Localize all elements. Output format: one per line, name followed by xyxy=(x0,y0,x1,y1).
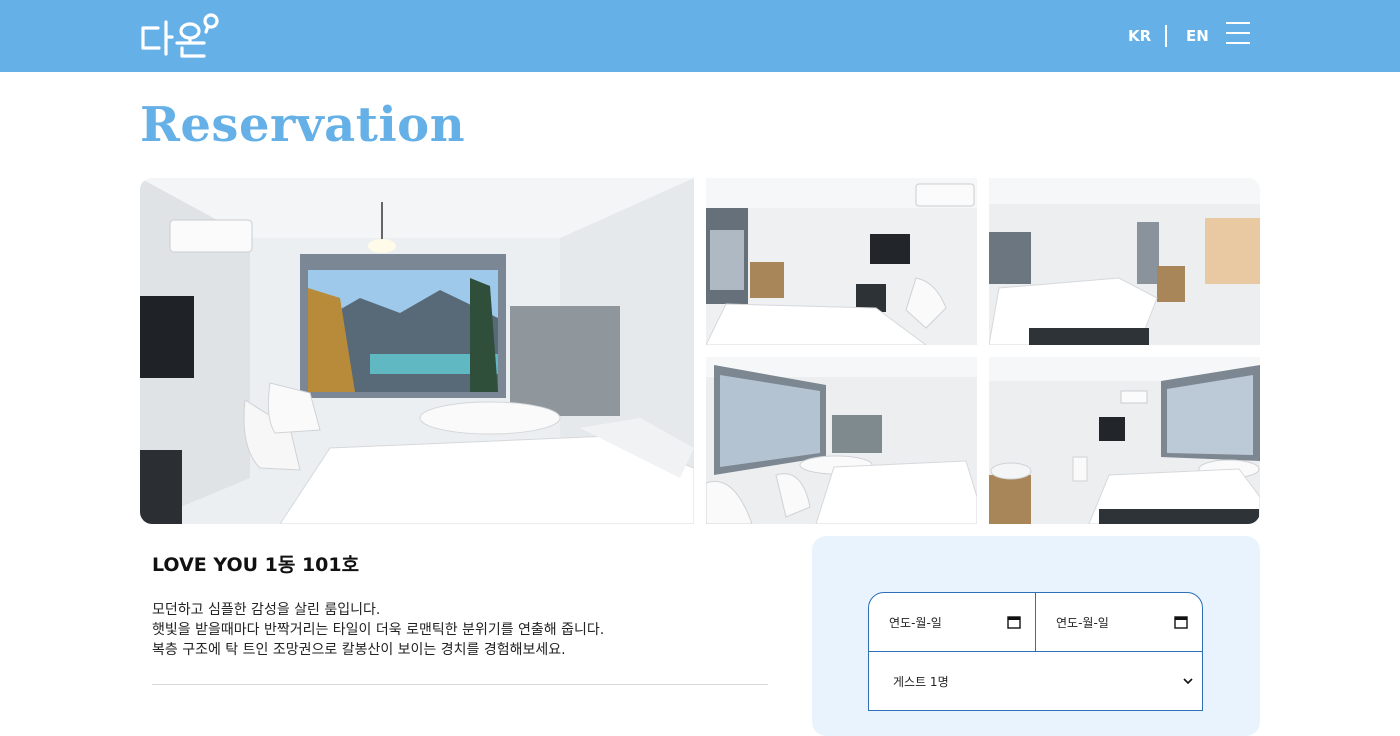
room-description-line: 모던하고 심플한 감성을 살린 룸입니다. xyxy=(152,602,381,618)
daon-logo[interactable] xyxy=(140,12,224,60)
checkin-date-placeholder: 연도-월-일 xyxy=(889,615,942,630)
lang-en-link[interactable]: EN xyxy=(1186,27,1209,45)
hamburger-menu-icon[interactable] xyxy=(1226,22,1250,44)
room-description-line: 햇빛을 받을때마다 반짝거리는 타일이 더욱 로맨틱한 분위기를 연출해 줍니다… xyxy=(152,622,605,638)
bedroom-kitchen-photo[interactable] xyxy=(989,178,1260,345)
chevron-down-icon xyxy=(1183,678,1193,685)
section-divider xyxy=(152,684,768,685)
lang-kr-link[interactable]: KR xyxy=(1128,27,1151,45)
bedroom-lake-view-photo[interactable] xyxy=(140,178,694,524)
bedroom-window-bathtub-photo[interactable] xyxy=(706,357,977,524)
bedroom-tv-chairs-photo[interactable] xyxy=(706,178,977,345)
guest-count-value: 게스트 1명 xyxy=(893,674,949,689)
room-name: LOVE YOU 1동 101호 xyxy=(152,554,360,576)
room-description: 모던하고 심플한 감성을 살린 룸입니다. 햇빛을 받을때마다 반짝거리는 타일… xyxy=(152,600,604,660)
lang-divider xyxy=(1165,25,1167,47)
checkin-date-input[interactable]: 연도-월-일 xyxy=(868,592,1036,652)
room-gallery xyxy=(140,178,1260,524)
checkout-date-placeholder: 연도-월-일 xyxy=(1056,615,1109,630)
page-title: Reservation xyxy=(140,97,466,153)
calendar-icon[interactable] xyxy=(1174,615,1188,629)
calendar-icon[interactable] xyxy=(1007,615,1021,629)
checkout-date-input[interactable]: 연도-월-일 xyxy=(1035,592,1203,652)
bedroom-sink-window-photo[interactable] xyxy=(989,357,1260,524)
site-header: KR EN xyxy=(0,0,1400,72)
guest-count-select[interactable]: 게스트 1명 xyxy=(868,651,1203,711)
room-description-line: 복층 구조에 탁 트인 조망권으로 칼봉산이 보이는 경치를 경험해보세요. xyxy=(152,642,566,658)
